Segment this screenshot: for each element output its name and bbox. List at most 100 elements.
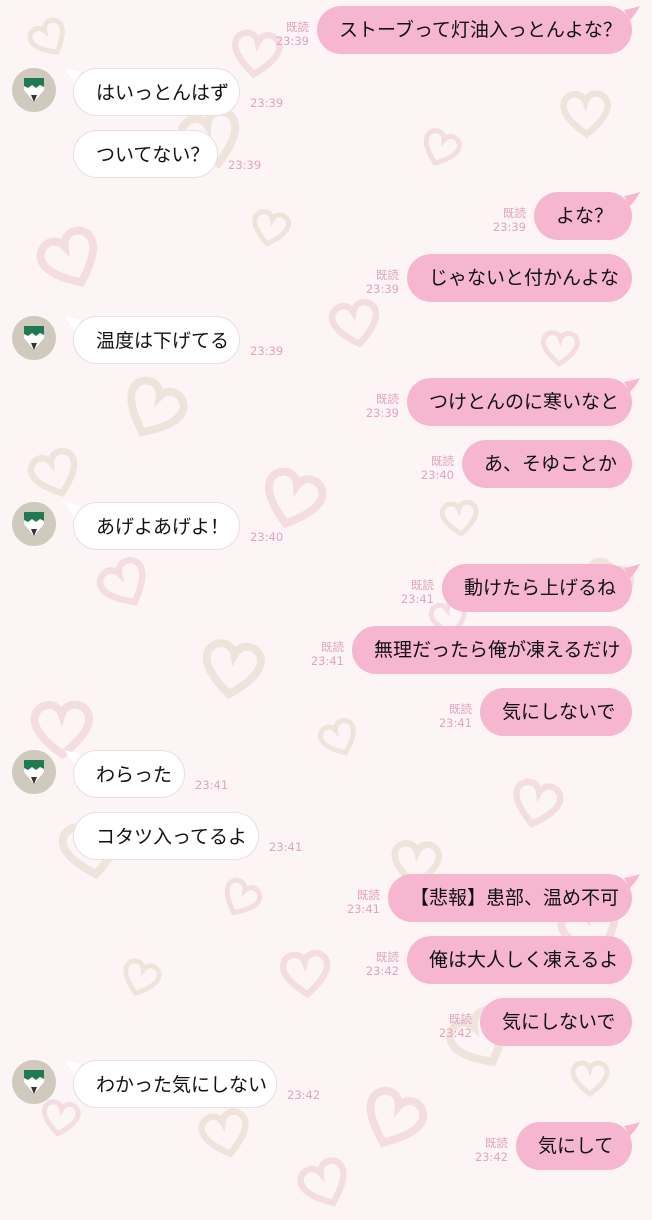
read-receipt: 既読 bbox=[485, 1136, 508, 1150]
outgoing-message: つけとんのに寒いなと 既読 23:39 bbox=[0, 378, 652, 434]
incoming-message: コタツ入ってるよ 23:41 bbox=[0, 812, 652, 868]
outgoing-message: 気にしないで 既読 23:41 bbox=[0, 688, 652, 744]
read-receipt: 既読 bbox=[449, 1012, 472, 1026]
read-receipt: 既読 bbox=[357, 888, 380, 902]
outgoing-bubble[interactable]: 無理だったら俺が凍えるだけ bbox=[352, 626, 632, 674]
read-receipt: 既読 bbox=[411, 578, 434, 592]
message-meta: 23:40 bbox=[250, 530, 283, 544]
bubble-tail bbox=[65, 750, 81, 764]
message-meta: 既読 23:41 bbox=[439, 702, 472, 730]
timestamp: 23:39 bbox=[250, 344, 284, 358]
timestamp: 23:41 bbox=[269, 840, 303, 854]
message-meta: 既読 23:42 bbox=[366, 950, 399, 978]
timestamp: 23:41 bbox=[195, 778, 229, 792]
bubble-tail bbox=[624, 6, 640, 20]
timestamp: 23:40 bbox=[250, 530, 284, 544]
timestamp: 23:39 bbox=[365, 282, 399, 296]
bubble-tail bbox=[65, 502, 81, 516]
message-meta: 既読 23:41 bbox=[401, 578, 434, 606]
incoming-bubble[interactable]: 温度は下げてる bbox=[73, 316, 240, 364]
outgoing-message: 動けたら上げるね 既読 23:41 bbox=[0, 564, 652, 620]
outgoing-bubble[interactable]: 【悲報】患部、温め不可 bbox=[388, 874, 632, 922]
timestamp: 23:42 bbox=[287, 1088, 321, 1102]
green-pencil-avatar-icon[interactable] bbox=[12, 68, 56, 112]
outgoing-bubble[interactable]: 気にしないで bbox=[480, 688, 632, 736]
incoming-bubble[interactable]: ついてない？ bbox=[73, 130, 218, 178]
green-pencil-avatar-icon[interactable] bbox=[12, 502, 56, 546]
read-receipt: 既読 bbox=[449, 702, 472, 716]
timestamp: 23:42 bbox=[438, 1026, 472, 1040]
read-receipt: 既読 bbox=[286, 20, 309, 34]
message-meta: 既読 23:39 bbox=[493, 206, 526, 234]
outgoing-bubble[interactable]: つけとんのに寒いなと bbox=[407, 378, 632, 426]
incoming-message: わかった気にしない 23:42 bbox=[0, 1060, 652, 1116]
timestamp: 23:39 bbox=[250, 96, 284, 110]
message-meta: 既読 23:39 bbox=[366, 392, 399, 420]
outgoing-bubble[interactable]: じゃないと付かんよな bbox=[407, 254, 632, 302]
incoming-message: あげよあげよ！ 23:40 bbox=[0, 502, 652, 558]
outgoing-message: 気にしないで 既読 23:42 bbox=[0, 998, 652, 1054]
bubble-tail bbox=[65, 316, 81, 330]
incoming-message: はいっとんはず 23:39 bbox=[0, 68, 652, 124]
message-meta: 既読 23:42 bbox=[439, 1012, 472, 1040]
message-meta: 23:39 bbox=[228, 158, 261, 172]
message-meta: 既読 23:41 bbox=[311, 640, 344, 668]
bubble-tail bbox=[624, 192, 640, 206]
timestamp: 23:41 bbox=[310, 654, 344, 668]
incoming-bubble[interactable]: はいっとんはず bbox=[73, 68, 240, 116]
message-meta: 23:39 bbox=[250, 344, 283, 358]
message-meta: 既読 23:39 bbox=[276, 20, 309, 48]
bubble-tail bbox=[65, 1060, 81, 1074]
message-meta: 既読 23:40 bbox=[421, 454, 454, 482]
incoming-bubble[interactable]: コタツ入ってるよ bbox=[73, 812, 259, 860]
outgoing-bubble[interactable]: 動けたら上げるね bbox=[442, 564, 632, 612]
read-receipt: 既読 bbox=[376, 268, 399, 282]
bubble-tail bbox=[624, 378, 640, 392]
read-receipt: 既読 bbox=[321, 640, 344, 654]
outgoing-message: 気にして 既読 23:42 bbox=[0, 1122, 652, 1178]
read-receipt: 既読 bbox=[376, 392, 399, 406]
bubble-tail bbox=[624, 874, 640, 888]
outgoing-bubble[interactable]: 俺は大人しく凍えるよ bbox=[407, 936, 632, 984]
green-pencil-avatar-icon[interactable] bbox=[12, 750, 56, 794]
outgoing-bubble[interactable]: よな？ bbox=[534, 192, 632, 240]
outgoing-message: じゃないと付かんよな 既読 23:39 bbox=[0, 254, 652, 310]
outgoing-message: 無理だったら俺が凍えるだけ 既読 23:41 bbox=[0, 626, 652, 682]
message-meta: 既読 23:39 bbox=[366, 268, 399, 296]
message-meta: 23:42 bbox=[287, 1088, 320, 1102]
incoming-bubble[interactable]: わらった bbox=[73, 750, 185, 798]
timestamp: 23:40 bbox=[420, 468, 454, 482]
read-receipt: 既読 bbox=[431, 454, 454, 468]
bubble-tail bbox=[624, 1122, 640, 1136]
message-meta: 既読 23:42 bbox=[475, 1136, 508, 1164]
outgoing-bubble[interactable]: 気にしないで bbox=[480, 998, 632, 1046]
green-pencil-avatar-icon[interactable] bbox=[12, 1060, 56, 1104]
outgoing-bubble[interactable]: ストーブって灯油入っとんよな？ bbox=[317, 6, 632, 54]
outgoing-message: 俺は大人しく凍えるよ 既読 23:42 bbox=[0, 936, 652, 992]
timestamp: 23:42 bbox=[474, 1150, 508, 1164]
outgoing-bubble[interactable]: 気にして bbox=[516, 1122, 632, 1170]
outgoing-message: 【悲報】患部、温め不可 既読 23:41 bbox=[0, 874, 652, 930]
bubble-tail bbox=[624, 564, 640, 578]
incoming-message: 温度は下げてる 23:39 bbox=[0, 316, 652, 372]
incoming-message: わらった 23:41 bbox=[0, 750, 652, 806]
incoming-bubble[interactable]: わかった気にしない bbox=[73, 1060, 277, 1108]
read-receipt: 既読 bbox=[503, 206, 526, 220]
message-meta: 既読 23:41 bbox=[347, 888, 380, 916]
timestamp: 23:39 bbox=[492, 220, 526, 234]
incoming-bubble[interactable]: あげよあげよ！ bbox=[73, 502, 240, 550]
message-meta: 23:41 bbox=[195, 778, 228, 792]
outgoing-bubble[interactable]: あ、そゆことか bbox=[462, 440, 632, 488]
bubble-tail bbox=[65, 68, 81, 82]
message-meta: 23:39 bbox=[250, 96, 283, 110]
timestamp: 23:39 bbox=[275, 34, 309, 48]
timestamp: 23:41 bbox=[346, 902, 380, 916]
outgoing-message: あ、そゆことか 既読 23:40 bbox=[0, 440, 652, 496]
outgoing-message: よな？ 既読 23:39 bbox=[0, 192, 652, 248]
timestamp: 23:39 bbox=[365, 406, 399, 420]
incoming-message: ついてない？ 23:39 bbox=[0, 130, 652, 186]
message-meta: 23:41 bbox=[269, 840, 302, 854]
timestamp: 23:41 bbox=[400, 592, 434, 606]
green-pencil-avatar-icon[interactable] bbox=[12, 316, 56, 360]
outgoing-message: ストーブって灯油入っとんよな？ 既読 23:39 bbox=[0, 6, 652, 62]
